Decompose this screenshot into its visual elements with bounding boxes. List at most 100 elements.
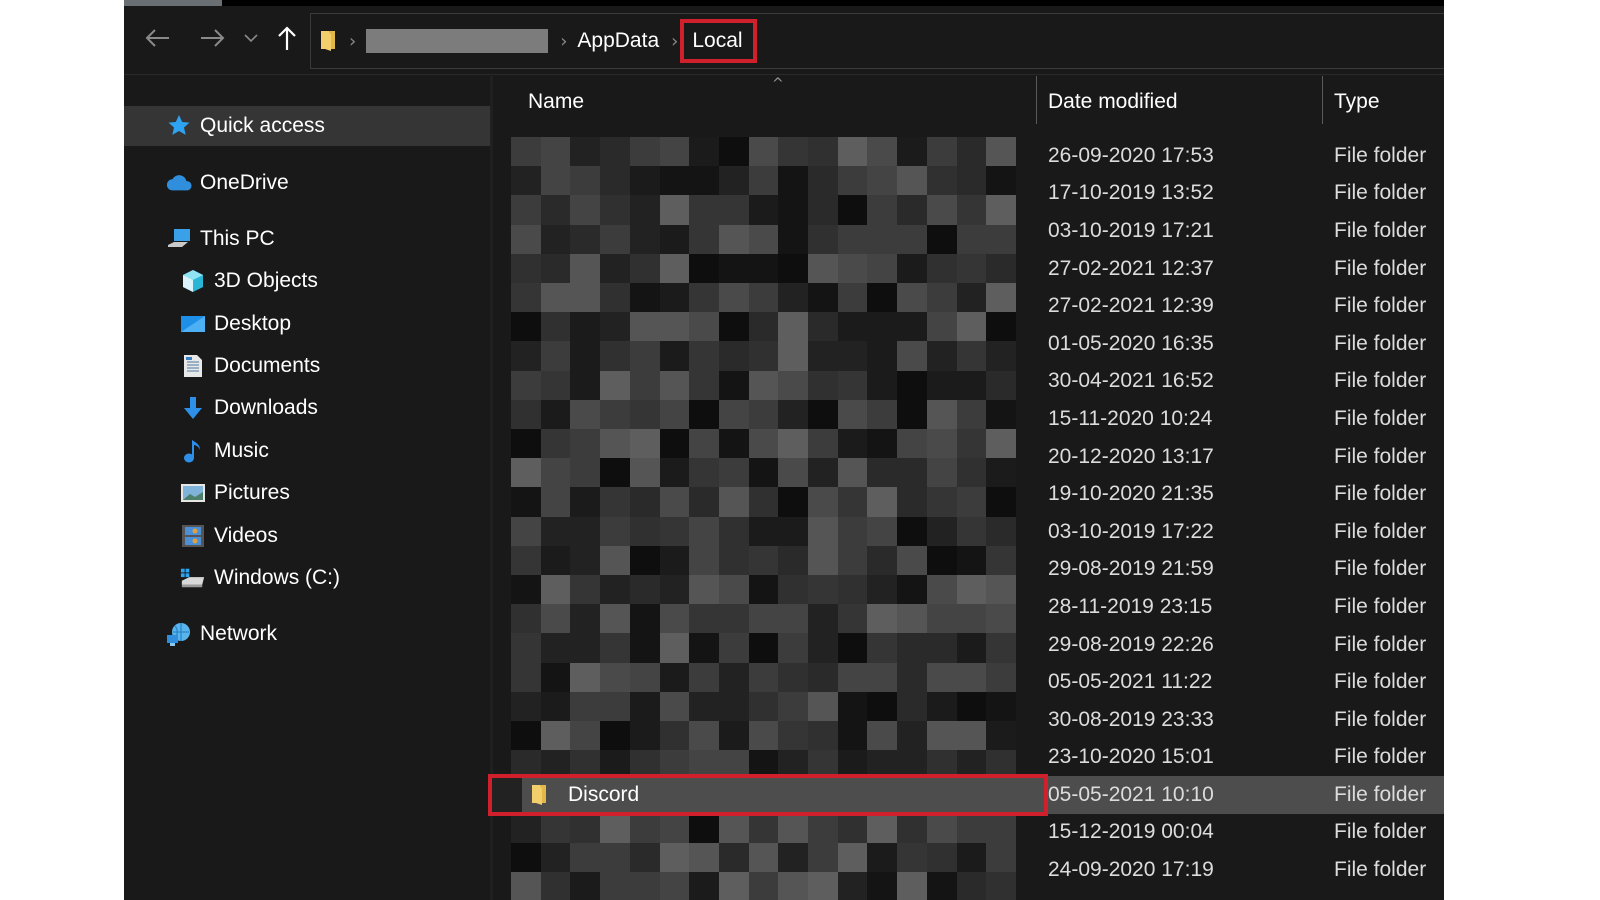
- file-type: File folder: [1334, 820, 1427, 844]
- table-row[interactable]: 28-11-2019 23:15 File folder: [494, 588, 1444, 626]
- forward-button[interactable]: [196, 20, 228, 56]
- table-row[interactable]: 15-11-2020 10:24 File folder: [494, 400, 1444, 438]
- recent-locations-button[interactable]: [240, 20, 262, 56]
- folder-icon: [530, 783, 548, 807]
- file-type: File folder: [1334, 369, 1427, 393]
- arrow-right-icon: [199, 28, 225, 48]
- table-row[interactable]: 03-10-2019 17:22 File folder: [494, 513, 1444, 551]
- column-divider[interactable]: [1036, 76, 1037, 124]
- picture-icon: [180, 480, 206, 506]
- date-modified: 15-12-2019 00:04: [1048, 820, 1214, 844]
- table-row[interactable]: 01-05-2020 16:35 File folder: [494, 325, 1444, 363]
- sidebar-item-windows-c[interactable]: Windows (C:): [124, 558, 490, 598]
- drive-icon: [180, 565, 206, 591]
- table-row[interactable]: 30-08-2019 23:33 File folder: [494, 701, 1444, 739]
- navbar-divider: [124, 74, 1444, 75]
- desktop-icon: [180, 311, 206, 337]
- sidebar-item-videos[interactable]: Videos: [124, 516, 490, 556]
- sidebar-item-pictures[interactable]: Pictures: [124, 473, 490, 513]
- breadcrumb-appdata[interactable]: AppData: [577, 29, 659, 53]
- sidebar-item-label: Desktop: [214, 312, 292, 335]
- chevron-down-icon: [244, 33, 258, 43]
- music-note-icon: [180, 438, 206, 464]
- video-icon: [180, 523, 206, 549]
- date-modified: 01-05-2020 16:35: [1048, 331, 1214, 355]
- document-icon: [180, 353, 206, 379]
- arrow-up-icon: [277, 25, 297, 51]
- sidebar-item-desktop[interactable]: Desktop: [124, 304, 490, 344]
- table-row[interactable]: 29-08-2019 22:26 File folder: [494, 626, 1444, 664]
- sidebar-item-this-pc[interactable]: This PC: [124, 219, 490, 259]
- sidebar-item-label: This PC: [200, 227, 275, 250]
- column-divider[interactable]: [1322, 76, 1323, 124]
- download-icon: [180, 395, 206, 421]
- table-row[interactable]: 15-12-2019 00:04 File folder: [494, 814, 1444, 852]
- table-row[interactable]: 26-09-2020 17:53 File folder: [494, 137, 1444, 175]
- date-modified: 24-09-2020 17:19: [1048, 858, 1214, 882]
- date-modified: 27-02-2021 12:37: [1048, 256, 1214, 280]
- folder-icon: [319, 29, 337, 53]
- table-row-discord[interactable]: Discord 05-05-2021 10:10 File folder: [488, 774, 1444, 817]
- column-header-name[interactable]: Name: [528, 76, 1028, 128]
- column-header-type[interactable]: Type: [1334, 76, 1444, 128]
- file-type: File folder: [1334, 670, 1427, 694]
- table-row[interactable]: 27-02-2021 12:37 File folder: [494, 250, 1444, 288]
- file-type: File folder: [1334, 294, 1427, 318]
- file-type: File folder: [1334, 632, 1427, 656]
- breadcrumb-local[interactable]: Local: [680, 19, 757, 63]
- date-modified: 17-10-2019 13:52: [1048, 181, 1214, 205]
- sidebar-item-network[interactable]: Network: [124, 614, 490, 654]
- file-type: File folder: [1334, 557, 1427, 581]
- table-row[interactable]: 27-02-2021 12:39 File folder: [494, 287, 1444, 325]
- breadcrumb-separator[interactable]: ›: [560, 31, 567, 52]
- date-modified: 28-11-2019 23:15: [1048, 594, 1213, 618]
- address-bar[interactable]: › › AppData › Local: [310, 13, 1444, 69]
- highlighted-name-cell[interactable]: Discord: [488, 774, 1048, 817]
- sidebar-item-label: Music: [214, 439, 269, 462]
- sidebar-item-documents[interactable]: Documents: [124, 346, 490, 386]
- sidebar-item-3d-objects[interactable]: 3D Objects: [124, 261, 490, 301]
- file-type: File folder: [1334, 745, 1427, 769]
- sidebar-item-music[interactable]: Music: [124, 431, 490, 471]
- table-row[interactable]: 20-12-2020 13:17 File folder: [494, 438, 1444, 476]
- breadcrumb-separator[interactable]: ›: [671, 31, 678, 52]
- table-row[interactable]: 23-10-2020 15:01 File folder: [494, 739, 1444, 777]
- breadcrumb-separator[interactable]: ›: [349, 31, 356, 52]
- sidebar-item-label: 3D Objects: [214, 269, 318, 292]
- file-list-pane: ^ Name Date modified Type 26-09-2020 17:…: [488, 76, 1444, 900]
- table-row[interactable]: 24-09-2020 17:19 File folder: [494, 851, 1444, 889]
- column-header-date-modified[interactable]: Date modified: [1048, 76, 1318, 128]
- table-row[interactable]: 03-10-2019 17:21 File folder: [494, 212, 1444, 250]
- file-type: File folder: [1334, 218, 1427, 242]
- date-modified: 29-08-2019 21:59: [1048, 557, 1214, 581]
- back-button[interactable]: [142, 20, 174, 56]
- file-type: File folder: [1334, 858, 1427, 882]
- sidebar-item-onedrive[interactable]: OneDrive: [124, 163, 490, 203]
- table-row[interactable]: 29-08-2019 21:59 File folder: [494, 551, 1444, 589]
- file-type: File folder: [1334, 444, 1427, 468]
- star-icon: [166, 113, 192, 139]
- file-type: File folder: [1334, 594, 1427, 618]
- sidebar-item-downloads[interactable]: Downloads: [124, 388, 490, 428]
- network-icon: [166, 621, 192, 647]
- table-row[interactable]: 19-10-2020 21:35 File folder: [494, 475, 1444, 513]
- date-modified: 03-10-2019 17:22: [1048, 519, 1214, 543]
- breadcrumb-redacted-user[interactable]: [366, 29, 549, 53]
- computer-icon: [166, 226, 192, 252]
- date-modified: 30-04-2021 16:52: [1048, 369, 1214, 393]
- sidebar-item-label: OneDrive: [200, 171, 289, 194]
- table-row[interactable]: 05-05-2021 11:22 File folder: [494, 663, 1444, 701]
- table-row[interactable]: 30-04-2021 16:52 File folder: [494, 363, 1444, 401]
- sidebar-item-quick-access[interactable]: Quick access: [124, 106, 490, 146]
- sidebar-item-label: Documents: [214, 354, 321, 377]
- file-type: File folder: [1334, 256, 1427, 280]
- sidebar-item-label: Network: [200, 622, 278, 645]
- date-modified: 20-12-2020 13:17: [1048, 444, 1214, 468]
- file-type: File folder: [1334, 406, 1427, 430]
- date-modified: 29-08-2019 22:26: [1048, 632, 1214, 656]
- date-modified: 05-05-2021 10:10: [1048, 782, 1214, 806]
- table-row[interactable]: 17-10-2019 13:52 File folder: [494, 175, 1444, 213]
- file-type: File folder: [1334, 782, 1427, 806]
- up-button[interactable]: [274, 20, 300, 56]
- date-modified: 03-10-2019 17:21: [1048, 218, 1214, 242]
